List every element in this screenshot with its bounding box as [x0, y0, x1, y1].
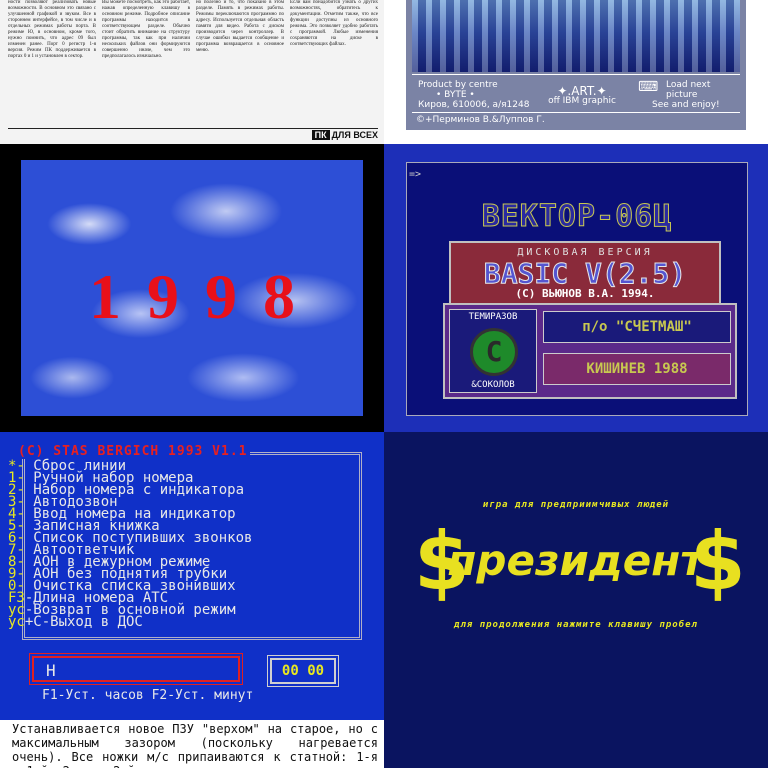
basic-version-box: ДИСКОВАЯ ВЕРСИЯ BASIC V(2.5) (C) ВЬЮНОВ …	[449, 241, 721, 305]
basic-version: BASIC V(2.5)	[483, 257, 687, 291]
art-title: ✦.ART.✦	[557, 84, 607, 98]
byte-art-screen: Product by centre • BYTE • Киров, 610006…	[384, 0, 768, 144]
menu-item-key: ус	[8, 614, 25, 630]
magazine-footer: ПК ДЛЯ ВСЕХ	[311, 130, 378, 140]
screen-area: => ВЕКТОР-06Ц ДИСКОВАЯ ВЕРСИЯ BASIC V(2.…	[406, 162, 748, 416]
vector-basic-screen: => ВЕКТОР-06Ц ДИСКОВАЯ ВЕРСИЯ BASIC V(2.…	[384, 144, 768, 432]
president-title-screen: игра для предприимчивых людей $ президен…	[384, 432, 768, 768]
divider	[412, 112, 740, 113]
logo-letter: С	[485, 335, 503, 368]
menu-list: *- Сброс линии 1- Ручной набор номера 2- Н…	[8, 459, 252, 630]
press-space-prompt: для продолжения нажмите клавишу пробел	[454, 620, 698, 630]
city-year: КИШИНЕВ 1988	[543, 353, 731, 385]
author-name: ТЕМИРАЗОВ	[468, 312, 518, 322]
producer-credit: Product by centre • BYTE • Киров, 610006…	[418, 80, 529, 110]
authors-panel: ТЕМИРАЗОВ С &СОКОЛОВ	[449, 309, 537, 393]
art-subtitle: off IBM graphic	[548, 96, 616, 106]
magazine-column: Вы можете посмотреть, как это работает, …	[102, 0, 190, 59]
tagline: игра для предприимчивых людей	[482, 500, 670, 510]
cloud-background: 1998	[21, 160, 363, 416]
art-label: ✦.ART.✦ off IBM graphic	[536, 84, 628, 106]
c-logo-icon: С	[470, 328, 518, 376]
producer-line: Product by centre	[418, 80, 498, 90]
next-line: See and enjoy!	[652, 100, 720, 110]
copyright: (C) ВЬЮНОВ В.А. 1994.	[515, 287, 655, 300]
number-input[interactable]: H	[29, 653, 243, 685]
author-credit: ©+Перминов В.&Луппов Г.	[416, 115, 545, 125]
organization: п/о "СЧЕТМАШ"	[543, 311, 731, 343]
magazine-column: но полезно и то, что показано в этом раз…	[196, 0, 284, 53]
producer-address: Киров, 610006, а/я1248	[418, 100, 530, 110]
magazine-footer-text: ДЛЯ ВСЕХ	[331, 130, 378, 140]
divider	[8, 128, 378, 129]
magazine-page: ности позволяют реализовать новые возмож…	[0, 0, 384, 144]
function-keys-hint: F1-Уст. часов F2-Уст. минут	[42, 688, 254, 703]
splash-1998: 1998	[0, 144, 384, 432]
dollar-icon: $	[690, 515, 746, 608]
command-prompt[interactable]: =>	[409, 169, 421, 180]
document-snippet: Устанавливается новое ПЗУ "верхом" на ст…	[0, 720, 384, 768]
credits-box: ТЕМИРАЗОВ С &СОКОЛОВ п/о "СЧЕТМАШ" КИШИН…	[443, 303, 737, 399]
producer-line: • BYTE •	[436, 90, 475, 100]
magazine-column: ности позволяют реализовать новые возмож…	[8, 0, 96, 59]
magazine-logo: ПК	[311, 130, 330, 140]
divider	[412, 74, 740, 75]
menu-item-label: +С-Выход в ДОС	[24, 614, 143, 630]
document-text: Устанавливается новое ПЗУ "верхом" на ст…	[12, 722, 378, 768]
author-name: &СОКОЛОВ	[471, 380, 515, 390]
machine-title: ВЕКТОР-06Ц	[481, 199, 673, 235]
menu-header: (C) STAS BERGICH 1993 V1.1	[16, 444, 250, 459]
artwork-image	[412, 0, 740, 72]
art-frame: Product by centre • BYTE • Киров, 610006…	[406, 0, 746, 130]
magazine-column: Если вам понадобится узнать о других воз…	[290, 0, 378, 47]
year-title: 1998	[89, 261, 321, 332]
keyboard-icon: ⌨	[638, 79, 659, 95]
caller-id-menu-screen: (C) STAS BERGICH 1993 V1.1 *- Сброс лини…	[0, 432, 384, 720]
next-picture-prompt[interactable]: ⌨ Load next picture See and enjoy!	[638, 80, 720, 110]
clock-display: 00 00	[267, 655, 339, 687]
